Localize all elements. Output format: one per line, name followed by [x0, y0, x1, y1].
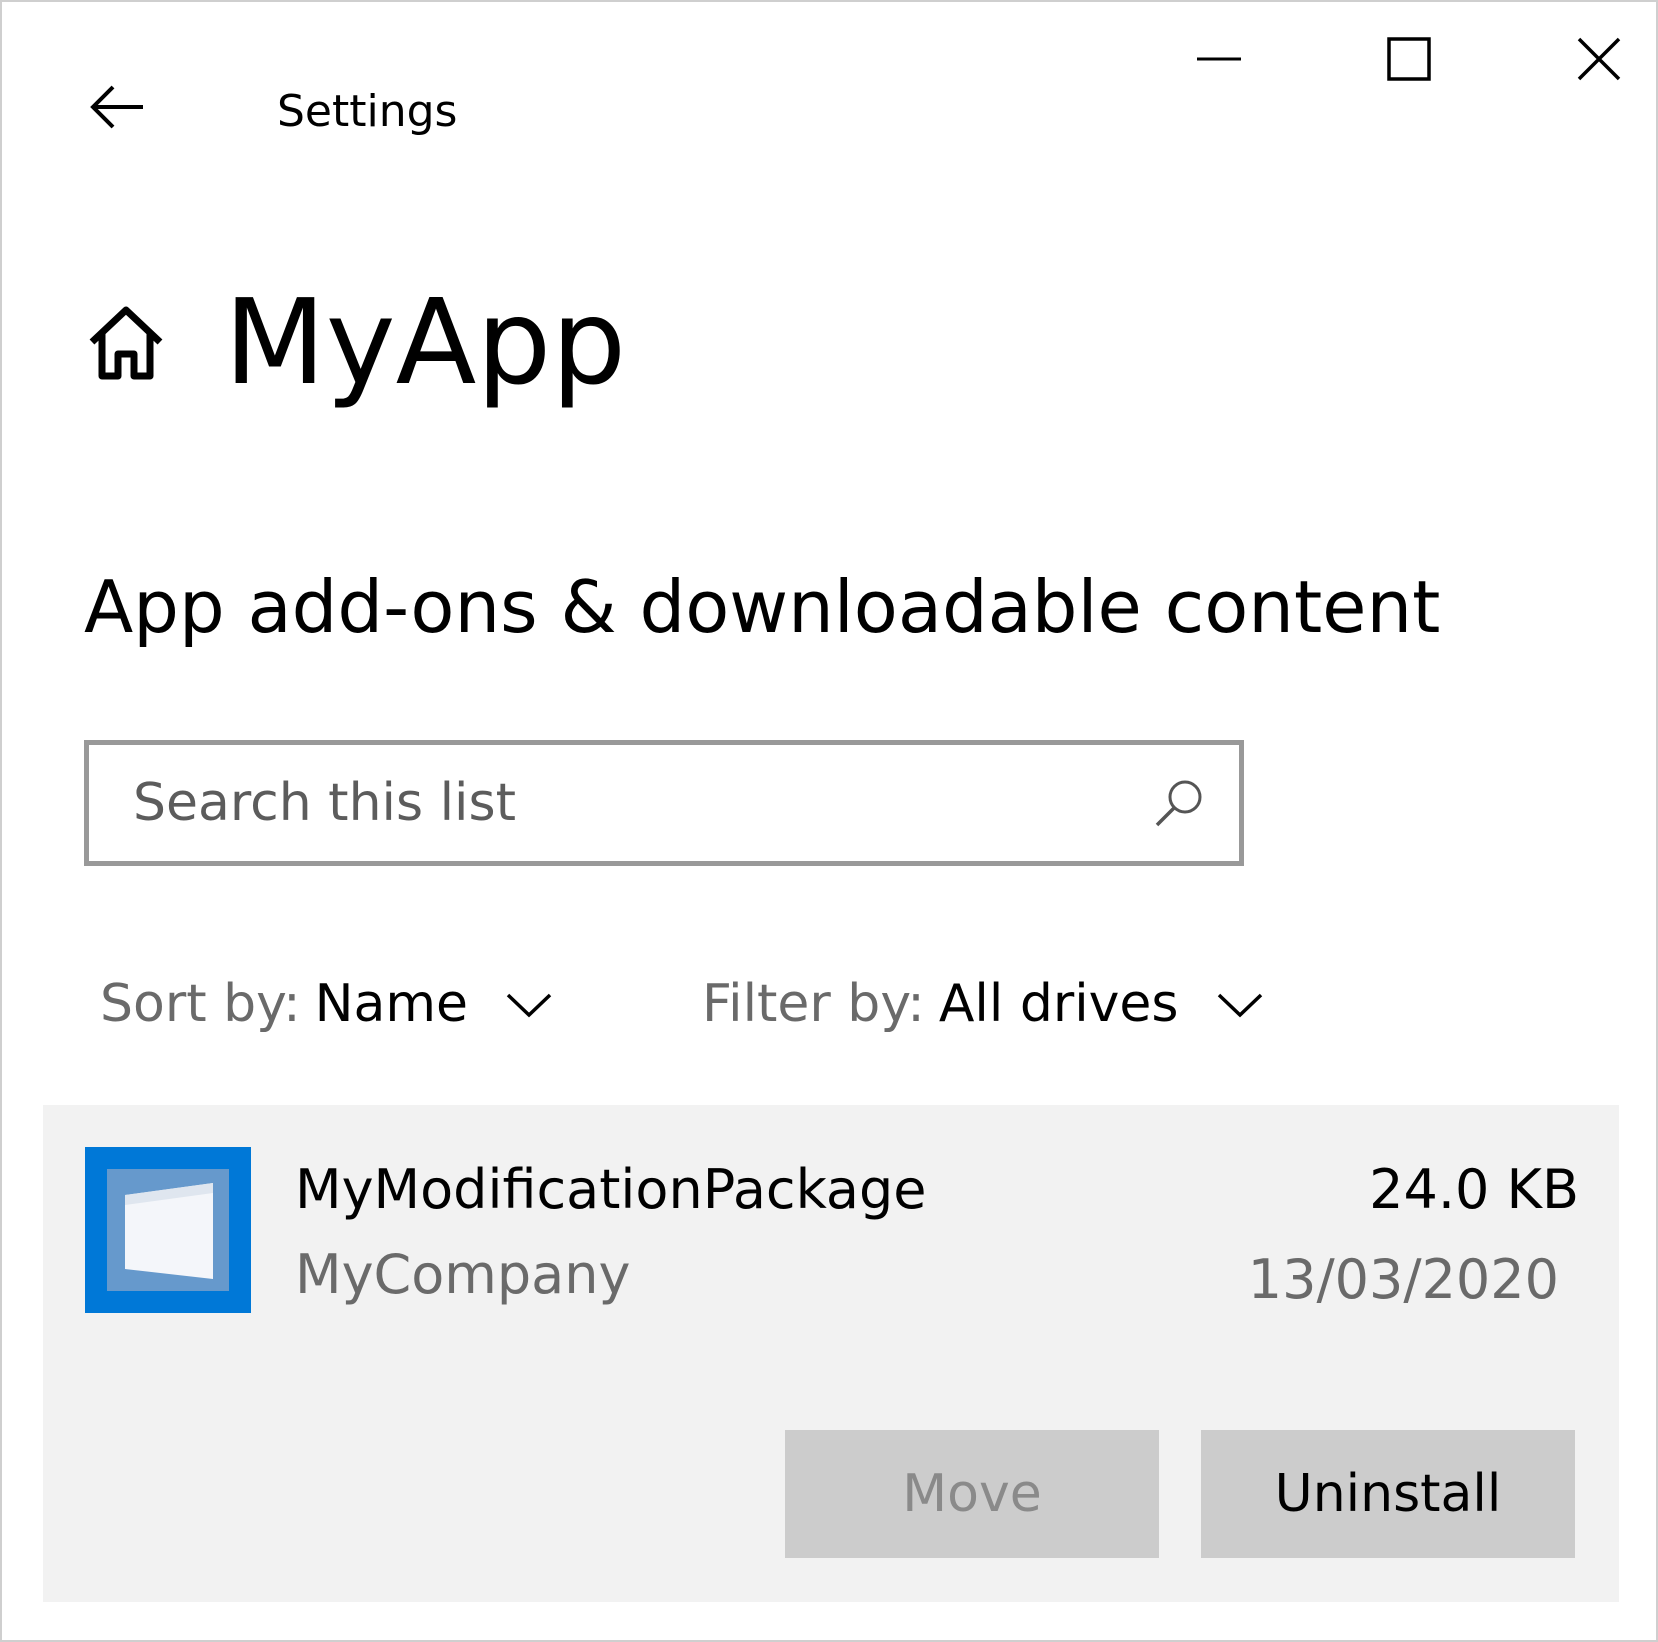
- maximize-button[interactable]: [1359, 24, 1459, 94]
- chevron-down-icon: [1217, 993, 1262, 1018]
- back-arrow-icon: [90, 85, 143, 129]
- close-button[interactable]: [1549, 24, 1649, 94]
- section-title: App add-ons & downloadable content: [84, 565, 1441, 649]
- app-title: MyApp: [224, 273, 627, 411]
- uninstall-button[interactable]: Uninstall: [1201, 1430, 1575, 1558]
- package-date: 13/03/2020: [1247, 1248, 1559, 1311]
- back-button[interactable]: [82, 72, 152, 142]
- filter-value: All drives: [938, 974, 1179, 1034]
- search-input[interactable]: [133, 745, 1133, 861]
- move-button: Move: [785, 1430, 1159, 1558]
- maximize-icon: [1387, 37, 1431, 81]
- package-name: MyModificationPackage: [295, 1158, 927, 1221]
- minimize-button[interactable]: [1169, 24, 1269, 94]
- home-icon[interactable]: [86, 304, 166, 384]
- close-icon: [1577, 37, 1621, 81]
- package-icon: [85, 1147, 251, 1313]
- package-icon-graphic: [107, 1169, 229, 1291]
- filter-label: Filter by:: [702, 974, 925, 1034]
- sort-label: Sort by:: [100, 974, 301, 1034]
- settings-window: Settings MyApp App add-ons & downloadabl…: [0, 0, 1658, 1642]
- filter-dropdown[interactable]: Filter by: All drives: [702, 967, 1265, 1041]
- chevron-down-icon: [506, 993, 552, 1018]
- package-size: 24.0 KB: [1369, 1158, 1579, 1221]
- package-publisher: MyCompany: [295, 1243, 631, 1306]
- minimize-icon: [1197, 57, 1241, 61]
- search-box[interactable]: [84, 740, 1244, 866]
- search-icon[interactable]: [1153, 777, 1205, 829]
- list-item[interactable]: MyModificationPackage MyCompany 24.0 KB …: [43, 1105, 1619, 1602]
- sort-value: Name: [314, 974, 469, 1034]
- window-title: Settings: [277, 86, 458, 137]
- sort-dropdown[interactable]: Sort by: Name: [100, 967, 554, 1041]
